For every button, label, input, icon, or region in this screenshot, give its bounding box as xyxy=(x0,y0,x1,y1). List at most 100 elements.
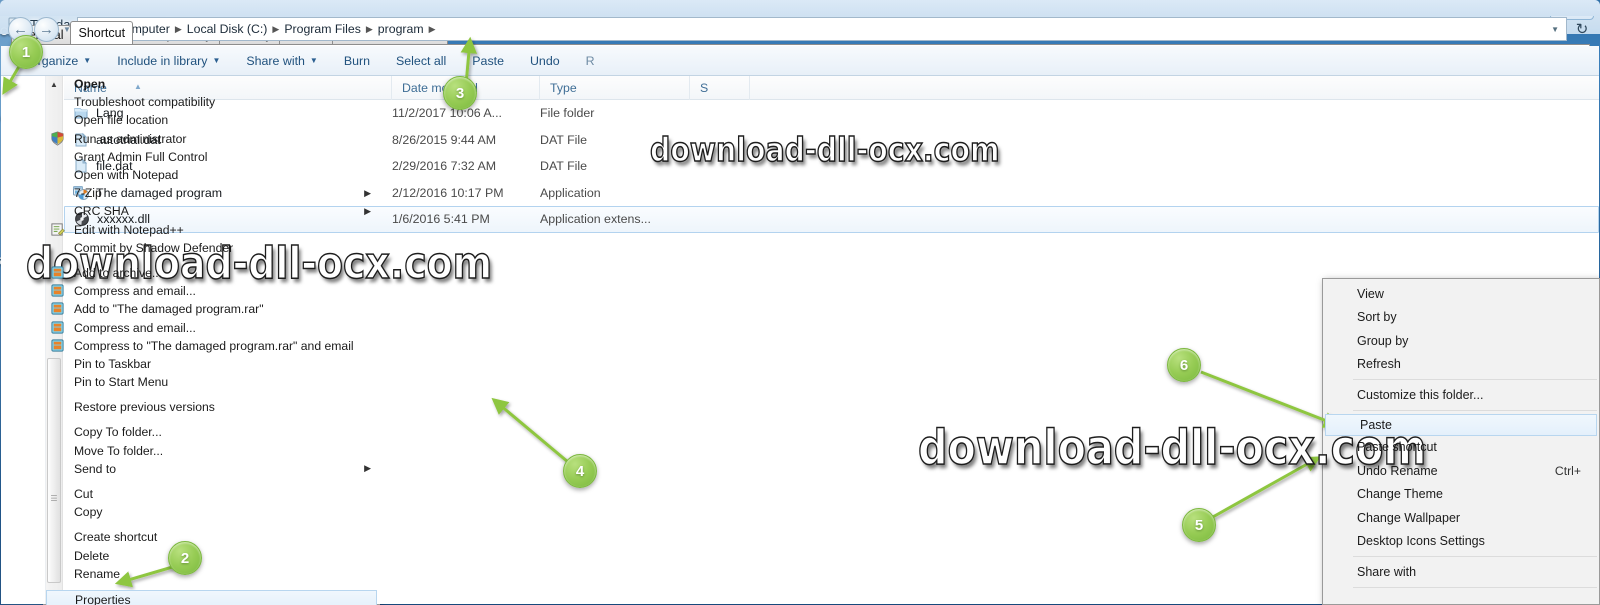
menu-item-undo-rename[interactable]: Undo Rename Ctrl+ xyxy=(1323,459,1599,483)
menu-item-grant-admin-full-control[interactable]: Grant Admin Full Control xyxy=(44,148,379,166)
command-select-all[interactable]: Select all xyxy=(383,50,459,72)
command-share-with[interactable]: Share with ▼ xyxy=(233,50,330,72)
menu-item-properties[interactable]: Properties xyxy=(46,589,377,605)
menu-item-cut[interactable]: Cut xyxy=(44,485,379,503)
menu-item-troubleshoot-compatibility[interactable]: Troubleshoot compatibility xyxy=(44,93,379,111)
menu-item-label: Edit with Notepad++ xyxy=(74,222,184,237)
menu-item-sort-by[interactable]: Sort by xyxy=(1323,306,1599,330)
file-date: 1/6/2016 5:41 PM xyxy=(392,212,490,227)
menu-item-accelerator: Ctrl+ xyxy=(1554,463,1581,478)
menu-item-group-by[interactable]: Group by xyxy=(1323,329,1599,353)
menu-item-copy[interactable]: Copy xyxy=(44,503,379,521)
menu-item-open-with-notepad[interactable]: Open with Notepad xyxy=(44,166,379,184)
menu-item-add-to-archive[interactable]: Add to archive... xyxy=(44,264,379,282)
menu-item-label: Run as administrator xyxy=(74,131,187,146)
breadcrumb-chevron-icon[interactable]: ▶ xyxy=(364,24,375,35)
menu-item-label: Troubleshoot compatibility xyxy=(74,95,216,110)
menu-item-label: Open with Notepad xyxy=(74,168,179,183)
menu-item-label: Sort by xyxy=(1357,310,1397,325)
menu-item-7zip[interactable]: 7-Zip ▶ xyxy=(44,184,379,202)
menu-item-change-wallpaper[interactable]: Change Wallpaper xyxy=(1323,506,1599,530)
menu-item-compress-and-email-2[interactable]: Compress and email... xyxy=(44,318,379,336)
command-paste[interactable]: Paste xyxy=(459,50,517,72)
breadcrumb-program[interactable]: program xyxy=(375,22,427,36)
navigation-pane[interactable] xyxy=(1,76,46,604)
menu-item-pin-to-start-menu[interactable]: Pin to Start Menu xyxy=(44,373,379,391)
file-date: 2/12/2016 10:17 PM xyxy=(392,185,504,200)
callout-badge-1: 1 xyxy=(9,35,43,69)
menu-item-customize-this-folder[interactable]: Customize this folder... xyxy=(1323,383,1599,407)
callout-badge-4: 4 xyxy=(563,454,597,488)
menu-separator xyxy=(1353,409,1597,411)
forward-button[interactable]: → xyxy=(34,16,59,42)
menu-item-refresh[interactable]: Refresh xyxy=(1323,353,1599,377)
menu-item-label: Rename xyxy=(74,566,121,581)
menu-item-paste-shortcut[interactable]: Paste shortcut xyxy=(1323,436,1599,460)
menu-item-run-as-administrator[interactable]: Run as administrator xyxy=(44,130,379,148)
shield-icon xyxy=(50,131,66,147)
breadcrumb-chevron-icon[interactable]: ▶ xyxy=(270,24,281,35)
menu-item-compress-to-rar-and-email[interactable]: Compress to "The damaged program.rar" an… xyxy=(44,337,379,355)
menu-item-crc-sha[interactable]: CRC SHA ▶ xyxy=(44,202,379,220)
menu-item-send-to[interactable]: Send to ▶ xyxy=(44,460,379,478)
column-header-size[interactable]: S xyxy=(690,76,750,100)
menu-item-open-file-location[interactable]: Open file location xyxy=(44,111,379,129)
winrar-icon xyxy=(50,265,66,281)
tab-shortcut[interactable]: Shortcut xyxy=(70,21,134,44)
menu-item-restore-previous-versions[interactable]: Restore previous versions xyxy=(44,398,379,416)
menu-item-rename[interactable]: Rename xyxy=(44,565,379,583)
menu-item-desktop-icons-settings[interactable]: Desktop Icons Settings xyxy=(1323,530,1599,554)
breadcrumb-program-files[interactable]: Program Files xyxy=(281,22,364,36)
menu-item-label: Change Wallpaper xyxy=(1357,510,1461,525)
menu-item-paste[interactable]: Paste xyxy=(1325,413,1597,436)
notepadpp-icon xyxy=(50,222,66,238)
refresh-button[interactable]: ↻ xyxy=(1570,17,1594,41)
menu-item-label: Move To folder... xyxy=(74,443,164,458)
menu-item-compress-and-email-1[interactable]: Compress and email... xyxy=(44,282,379,300)
callout-badge-5: 5 xyxy=(1182,508,1216,542)
menu-item-move-to-folder[interactable]: Move To folder... xyxy=(44,442,379,460)
command-undo[interactable]: Undo xyxy=(517,50,573,72)
winrar-icon xyxy=(50,320,66,336)
menu-separator xyxy=(1353,556,1597,557)
breadcrumb-chevron-icon[interactable]: ▶ xyxy=(173,24,184,35)
menu-item-label: CRC SHA xyxy=(74,204,129,219)
explorer-context-menu[interactable]: View Sort by Group by Refresh Customize … xyxy=(1322,278,1600,605)
breadcrumb[interactable]: ▶ Computer ▶ Local Disk (C:) ▶ Program F… xyxy=(76,17,1567,41)
file-date: 8/26/2015 9:44 AM xyxy=(392,132,497,147)
winrar-icon xyxy=(50,301,66,317)
breadcrumb-local-disk[interactable]: Local Disk (C:) xyxy=(184,22,271,36)
menu-item-edit-with-notepadpp[interactable]: Edit with Notepad++ xyxy=(44,221,379,239)
menu-item-create-shortcut[interactable]: Create shortcut xyxy=(44,528,379,546)
menu-item-open[interactable]: Open xyxy=(44,75,379,93)
menu-item-change-theme[interactable]: Change Theme xyxy=(1323,483,1599,507)
chevron-right-icon: ▶ xyxy=(364,463,371,474)
menu-item-label: Share with xyxy=(1357,564,1417,579)
menu-item-label: Add to archive... xyxy=(74,265,163,280)
menu-item-copy-to-folder[interactable]: Copy To folder... xyxy=(44,423,379,441)
menu-item-label: Open xyxy=(74,77,106,92)
column-header-type[interactable]: Type xyxy=(540,76,690,100)
menu-item-add-to-rar[interactable]: Add to "The damaged program.rar" xyxy=(44,300,379,318)
menu-item-label: Refresh xyxy=(1357,357,1401,372)
menu-item-label: Restore previous versions xyxy=(74,400,215,415)
chevron-right-icon: ▶ xyxy=(364,205,371,216)
menu-item-commit-by-shadow-defender[interactable]: Commit by Shadow Defender xyxy=(44,239,379,257)
menu-item-label: Undo Rename xyxy=(1357,463,1438,478)
menu-item-view[interactable]: View xyxy=(1323,282,1599,306)
breadcrumb-chevron-icon[interactable]: ▶ xyxy=(427,24,438,35)
menu-item-label: Create shortcut xyxy=(74,530,158,545)
menu-item-label: Copy xyxy=(74,505,103,520)
address-bar: ← → ▼ ▶ Computer ▶ Local Disk (C:) ▶ Pro… xyxy=(8,14,1594,44)
menu-item-share-with[interactable]: Share with xyxy=(1323,560,1599,584)
menu-separator xyxy=(1353,379,1597,380)
address-dropdown-icon[interactable]: ▼ xyxy=(1551,25,1562,34)
menu-item-delete[interactable]: Delete xyxy=(44,547,379,565)
winrar-icon xyxy=(50,283,66,299)
command-rename-truncated[interactable]: R xyxy=(573,50,608,72)
command-burn[interactable]: Burn xyxy=(331,50,383,72)
menu-item-pin-to-taskbar[interactable]: Pin to Taskbar xyxy=(44,355,379,373)
command-include-in-library[interactable]: Include in library ▼ xyxy=(104,50,233,72)
chevron-down-icon: ▼ xyxy=(309,55,318,65)
menu-item-label: Customize this folder... xyxy=(1357,387,1484,402)
